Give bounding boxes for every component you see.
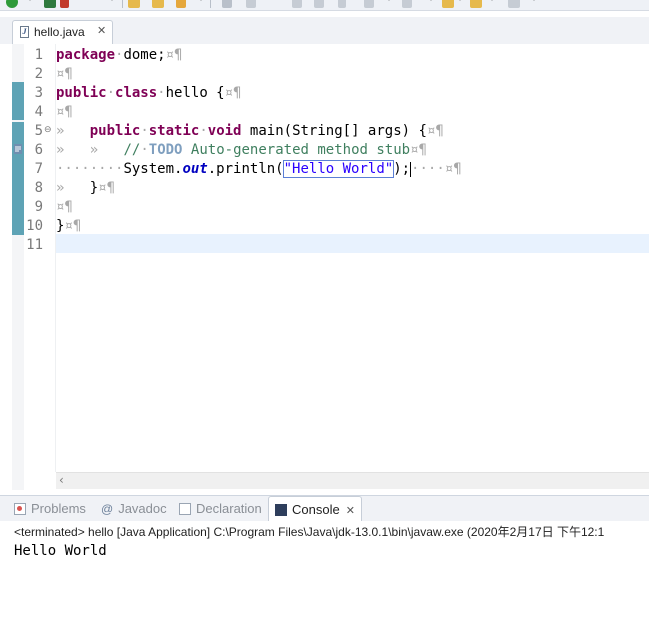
tab-javadoc[interactable]: @ Javadoc — [101, 496, 167, 521]
code-editor[interactable]: 1 2 3 4 5 ⊖ 6 7 8 9 10 11 package·dome;¤… — [0, 44, 649, 490]
back-icon[interactable] — [442, 0, 454, 8]
console-process-label: <terminated> hello [Java Application] C:… — [14, 525, 605, 539]
code-content[interactable]: package·dome;¤¶ ¤¶ public·class·hello {¤… — [56, 44, 649, 472]
fold-collapse-icon[interactable]: ⊖ — [44, 125, 52, 135]
tab-hello-java[interactable]: J hello.java ✕ — [12, 20, 113, 44]
task-marker-icon[interactable] — [14, 144, 22, 154]
toolbar-separator — [122, 0, 123, 8]
code-line-1: package·dome;¤¶ — [56, 47, 183, 63]
views-tab-bar: Problems @ Javadoc Declaration Console ✕ — [0, 495, 649, 522]
line-number: 8 — [34, 180, 43, 196]
line-number: 7 — [34, 161, 43, 177]
forward-icon[interactable] — [470, 0, 482, 8]
code-line-9: ¤¶ — [56, 199, 73, 215]
last-edit-dropdown-icon[interactable]: ▾ — [532, 0, 536, 3]
declaration-icon — [179, 503, 191, 515]
close-icon[interactable]: ✕ — [346, 504, 355, 517]
line-number: 4 — [34, 104, 43, 120]
copy-icon[interactable] — [292, 0, 302, 8]
line-number: 6 — [34, 142, 43, 158]
line-number: 9 — [34, 199, 43, 215]
save-icon[interactable] — [314, 0, 324, 8]
outline-icon[interactable] — [364, 0, 374, 8]
edit-icon[interactable] — [246, 0, 256, 8]
toolbar-separator — [210, 0, 211, 8]
external-tools-icon[interactable] — [60, 0, 69, 8]
code-line-3: public·class·hello {¤¶ — [56, 85, 242, 101]
string-literal: "Hello World" — [282, 160, 395, 178]
external-tools-dropdown-icon[interactable]: ▾ — [110, 0, 114, 3]
last-edit-icon[interactable] — [508, 0, 520, 8]
change-marker — [12, 82, 24, 120]
open-folder-icon[interactable] — [128, 0, 140, 8]
code-line-7: ········System.out.println("Hello World"… — [56, 160, 462, 178]
forward-dropdown-icon[interactable]: ▾ — [490, 0, 494, 3]
line-number: 2 — [34, 66, 43, 82]
next-annotation-dropdown-icon[interactable]: ▾ — [429, 0, 433, 3]
pen-dropdown-icon[interactable]: ▾ — [199, 0, 203, 3]
line-number: 3 — [34, 85, 43, 101]
javadoc-icon: @ — [101, 502, 114, 516]
line-number-ruler: 1 2 3 4 5 ⊖ 6 7 8 9 10 11 — [24, 44, 56, 472]
problems-icon — [14, 503, 26, 515]
pen-icon[interactable] — [176, 0, 186, 8]
tab-label: hello.java — [34, 25, 85, 39]
pin-icon[interactable] — [222, 0, 232, 8]
toggle-mark-icon[interactable] — [338, 0, 346, 8]
editor-tab-bar: J hello.java ✕ — [0, 17, 649, 45]
line-number: 1 — [34, 47, 43, 63]
java-file-icon: J — [20, 26, 29, 38]
code-line-2: ¤¶ — [56, 66, 73, 82]
console-view[interactable]: <terminated> hello [Java Application] C:… — [0, 521, 649, 634]
console-output: Hello World — [14, 543, 107, 559]
code-line-4: ¤¶ — [56, 104, 73, 120]
line-number: 10 — [26, 218, 43, 234]
horizontal-scrollbar[interactable]: ‹ — [56, 472, 649, 489]
console-icon — [275, 504, 287, 516]
open-file-icon[interactable] — [152, 0, 164, 8]
tab-declaration[interactable]: Declaration — [179, 496, 262, 521]
debug-icon[interactable] — [44, 0, 56, 8]
next-annotation-icon[interactable] — [402, 0, 412, 8]
tab-problems[interactable]: Problems — [14, 496, 86, 521]
code-line-6: » » //·TODO Auto-generated method stub¤¶ — [56, 142, 427, 158]
change-marker — [12, 122, 24, 235]
overview-ruler — [12, 44, 24, 490]
close-icon[interactable]: ✕ — [97, 24, 106, 37]
code-line-8: » }¤¶ — [56, 180, 116, 196]
main-toolbar: ▾ ▾ ▾ ▾ ▾ ▾ ▾ ▾ — [0, 0, 649, 11]
back-dropdown-icon[interactable]: ▾ — [458, 0, 462, 3]
code-line-10: }¤¶ — [56, 218, 82, 234]
tab-console[interactable]: Console ✕ — [268, 496, 362, 521]
run-dropdown-icon[interactable]: ▾ — [28, 0, 32, 3]
outline-dropdown-icon[interactable]: ▾ — [387, 0, 391, 3]
scroll-left-icon[interactable]: ‹ — [59, 473, 64, 487]
run-icon[interactable] — [6, 0, 18, 8]
code-line-5: » public·static·void main(String[] args)… — [56, 123, 444, 139]
line-number: 11 — [26, 237, 43, 253]
line-number: 5 — [34, 123, 43, 139]
